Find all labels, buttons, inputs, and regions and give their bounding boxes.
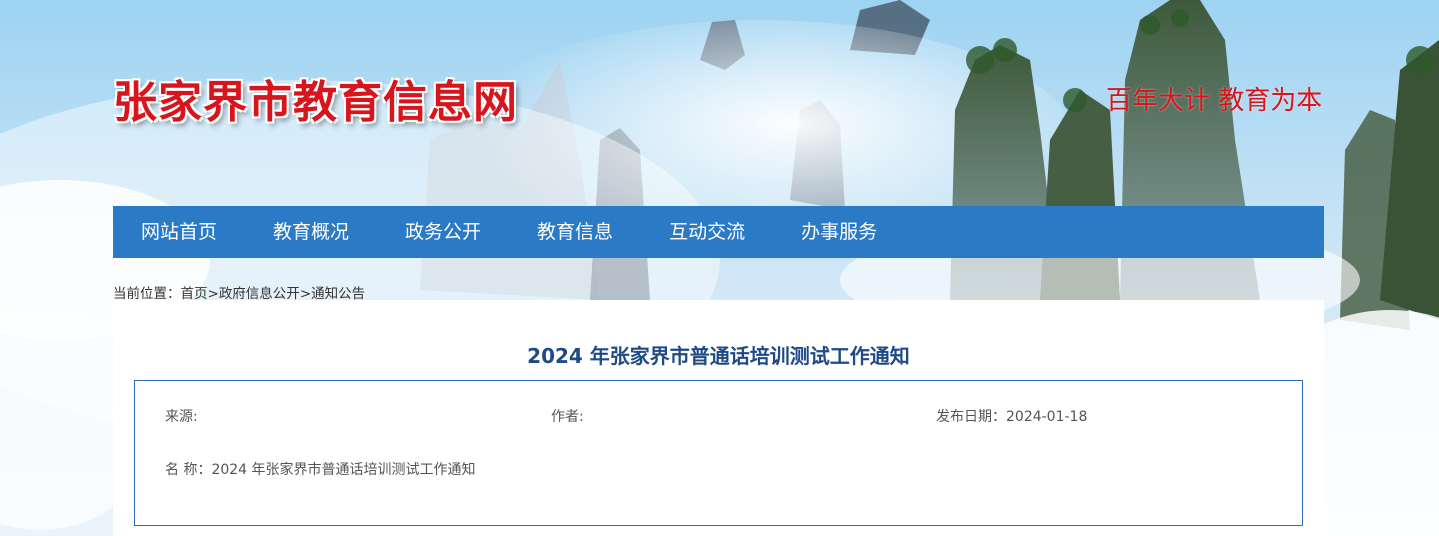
meta-name: 名 称：2024 年张家界市普通话培训测试工作通知 bbox=[165, 459, 476, 479]
nav-item-home[interactable]: 网站首页 bbox=[113, 206, 245, 258]
author-label: 作者: bbox=[551, 409, 584, 425]
site-title-logo[interactable]: 张家界市教育信息网 bbox=[113, 66, 518, 130]
main-nav: 网站首页 教育概况 政务公开 教育信息 互动交流 办事服务 bbox=[113, 206, 1324, 258]
article-meta-box: 来源: 作者: 发布日期：2024-01-18 名 称：2024 年张家界市普通… bbox=[134, 380, 1303, 526]
slogan: 百年大计 教育为本 bbox=[1106, 86, 1323, 116]
date-label: 发布日期： bbox=[936, 409, 1006, 425]
breadcrumb: 当前位置：首页>政府信息公开>通知公告 bbox=[113, 282, 365, 302]
nav-item-services[interactable]: 办事服务 bbox=[773, 206, 905, 258]
article-panel: 2024 年张家界市普通话培训测试工作通知 来源: 作者: 发布日期：2024-… bbox=[113, 300, 1324, 536]
article-title: 2024 年张家界市普通话培训测试工作通知 bbox=[527, 344, 910, 368]
meta-source: 来源: bbox=[165, 406, 198, 426]
source-label: 来源: bbox=[165, 409, 198, 425]
name-value: 2024 年张家界市普通话培训测试工作通知 bbox=[211, 462, 476, 478]
date-value: 2024-01-18 bbox=[1006, 409, 1088, 425]
nav-item-government-affairs[interactable]: 政务公开 bbox=[377, 206, 509, 258]
nav-item-interaction[interactable]: 互动交流 bbox=[641, 206, 773, 258]
nav-item-education-overview[interactable]: 教育概况 bbox=[245, 206, 377, 258]
nav-item-education-info[interactable]: 教育信息 bbox=[509, 206, 641, 258]
name-label: 名 称： bbox=[165, 462, 212, 478]
meta-date: 发布日期：2024-01-18 bbox=[936, 406, 1087, 426]
meta-author: 作者: bbox=[551, 406, 584, 426]
